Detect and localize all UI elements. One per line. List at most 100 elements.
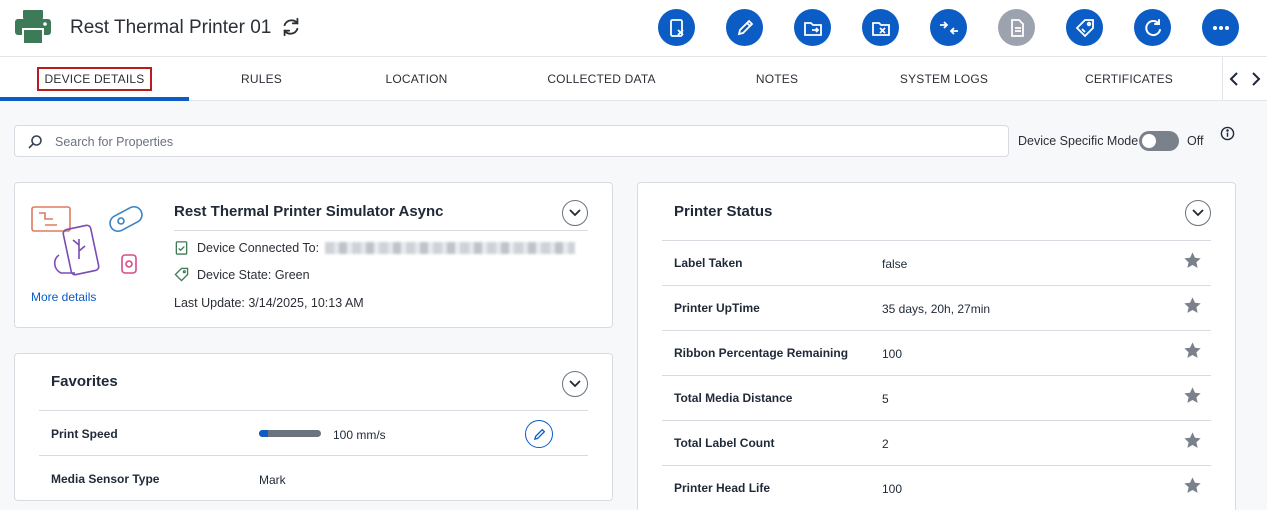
transfer-button[interactable] xyxy=(930,9,967,46)
document-icon xyxy=(1010,18,1024,37)
status-value: false xyxy=(882,257,908,271)
tab-bar: DEVICE DETAILS RULES LOCATION COLLECTED … xyxy=(0,57,1267,101)
divider xyxy=(174,230,588,231)
print-speed-bar xyxy=(259,430,321,437)
edit-print-speed-button[interactable] xyxy=(525,420,553,448)
status-label: Ribbon Percentage Remaining xyxy=(674,346,849,360)
toggle-state-text: Off xyxy=(1187,134,1204,148)
divider xyxy=(662,285,1211,286)
device-header: Rest Thermal Printer 01 xyxy=(0,0,1267,57)
status-label: Total Media Distance xyxy=(674,391,793,405)
tab-label: CERTIFICATES xyxy=(1085,72,1173,86)
clipboard-check-icon xyxy=(175,241,188,255)
tab-scroll-right-button[interactable] xyxy=(1245,57,1267,101)
reload-button[interactable] xyxy=(1134,9,1171,46)
status-label: Total Label Count xyxy=(674,436,775,450)
status-value: 100 xyxy=(882,482,903,496)
tab-label: DEVICE DETAILS xyxy=(36,67,153,91)
favorite-star-icon[interactable] xyxy=(1183,431,1202,450)
printer-status-title: Printer Status xyxy=(674,203,773,220)
favorite-label: Media Sensor Type xyxy=(51,472,160,486)
arrows-in-icon xyxy=(939,20,958,35)
tab-system-logs[interactable]: SYSTEM LOGS xyxy=(850,57,1038,101)
folder-move-icon xyxy=(803,21,822,36)
more-button[interactable] xyxy=(1202,9,1239,46)
chevron-down-icon xyxy=(569,209,581,217)
tab-label: NOTES xyxy=(755,72,799,86)
device-name: Rest Thermal Printer Simulator Async xyxy=(174,203,444,220)
tab-label: RULES xyxy=(240,72,282,86)
divider xyxy=(662,240,1211,241)
refresh-icon[interactable] xyxy=(280,16,302,38)
tag-button[interactable] xyxy=(1066,9,1103,46)
device-state-label: Device State: Green xyxy=(197,267,310,282)
favorite-star-icon[interactable] xyxy=(1183,386,1202,405)
device-connected-label: Device Connected To: xyxy=(197,240,320,255)
search-icon xyxy=(28,135,42,149)
folder-x-icon xyxy=(871,21,890,36)
favorite-star-icon[interactable] xyxy=(1183,296,1202,315)
remove-device-button[interactable] xyxy=(658,9,695,46)
remove-folder-button[interactable] xyxy=(862,9,899,46)
move-folder-button[interactable] xyxy=(794,9,831,46)
tab-scroll-controls xyxy=(1222,57,1267,101)
device-specific-mode-toggle[interactable] xyxy=(1139,131,1179,151)
favorite-star-icon[interactable] xyxy=(1183,251,1202,270)
status-label: Printer UpTime xyxy=(674,301,760,315)
reload-icon xyxy=(1144,18,1161,36)
tab-scroll-left-button[interactable] xyxy=(1223,57,1245,101)
tag-icon xyxy=(1075,18,1094,37)
divider xyxy=(662,420,1211,421)
edit-button[interactable] xyxy=(726,9,763,46)
printer-icon xyxy=(15,10,51,45)
divider xyxy=(662,465,1211,466)
tab-notes[interactable]: NOTES xyxy=(704,57,850,101)
tag-outline-icon xyxy=(174,267,189,282)
favorites-title: Favorites xyxy=(51,373,118,390)
tab-device-details[interactable]: DEVICE DETAILS xyxy=(0,57,189,101)
page-title: Rest Thermal Printer 01 xyxy=(70,17,272,38)
divider xyxy=(662,330,1211,331)
chevron-down-icon xyxy=(569,380,581,388)
favorite-value: Mark xyxy=(259,473,286,487)
device-info-card: More details Rest Thermal Printer Simula… xyxy=(14,182,613,328)
search-bar xyxy=(14,125,1009,157)
device-card-collapse-button[interactable] xyxy=(562,200,588,226)
favorites-card: Favorites Print Speed 100 mm/s Media Sen… xyxy=(14,353,613,501)
status-label: Label Taken xyxy=(674,256,743,270)
chevron-down-icon xyxy=(1192,209,1204,217)
print-speed-fill xyxy=(259,430,269,437)
pencil-icon xyxy=(737,19,753,35)
device-state-line: Device State: Green xyxy=(174,267,310,282)
tab-label: SYSTEM LOGS xyxy=(899,72,989,86)
tab-rules[interactable]: RULES xyxy=(189,57,334,101)
device-connected-line: Device Connected To: xyxy=(174,240,576,255)
status-value: 2 xyxy=(882,437,889,451)
info-icon[interactable] xyxy=(1220,126,1235,141)
printer-status-collapse-button[interactable] xyxy=(1185,200,1211,226)
document-button[interactable] xyxy=(998,9,1035,46)
favorites-collapse-button[interactable] xyxy=(562,371,588,397)
tab-label: COLLECTED DATA xyxy=(547,72,656,86)
redacted-connection-value xyxy=(325,241,576,254)
search-input[interactable] xyxy=(55,132,955,152)
device-specific-mode-label: Device Specific Mode xyxy=(1018,134,1139,148)
last-update-text: Last Update: 3/14/2025, 10:13 AM xyxy=(174,296,364,310)
favorite-label: Print Speed xyxy=(51,427,118,441)
printer-status-card: Printer Status Label Taken false Printer… xyxy=(637,182,1236,510)
divider xyxy=(39,410,588,411)
tab-collected-data[interactable]: COLLECTED DATA xyxy=(499,57,704,101)
favorite-star-icon[interactable] xyxy=(1183,341,1202,360)
status-value: 5 xyxy=(882,392,889,406)
tab-certificates[interactable]: CERTIFICATES xyxy=(1038,57,1220,101)
connected-devices-illustration-icon xyxy=(31,205,143,276)
tab-location[interactable]: LOCATION xyxy=(334,57,499,101)
favorite-value: 100 mm/s xyxy=(333,428,386,442)
active-tab-indicator xyxy=(0,97,189,101)
divider xyxy=(39,455,588,456)
favorite-star-icon[interactable] xyxy=(1183,476,1202,495)
more-details-link[interactable]: More details xyxy=(31,290,96,304)
status-value: 100 xyxy=(882,347,903,361)
pencil-icon xyxy=(533,428,545,440)
chevron-right-icon xyxy=(1252,72,1261,86)
